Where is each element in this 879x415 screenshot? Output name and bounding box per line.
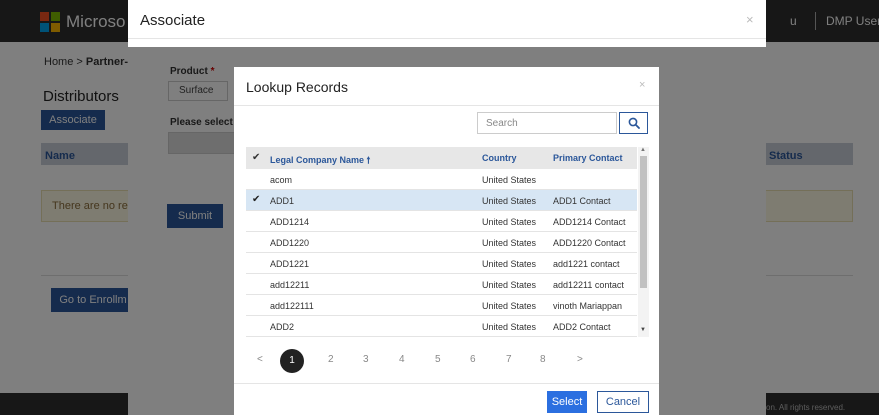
- cell-country: United States: [482, 238, 537, 248]
- lookup-records-modal: Lookup Records × ✔ Legal Company Name 🠕 …: [234, 67, 659, 415]
- modal-title: Associate: [140, 12, 206, 29]
- pager-page-4[interactable]: 4: [399, 354, 405, 365]
- table-row[interactable]: add122111 United States vinoth Mariappan: [246, 295, 637, 316]
- pager-page-1[interactable]: 1: [280, 349, 304, 373]
- cell-country: United States: [482, 196, 537, 206]
- cell-contact: ADD2 Contact: [553, 322, 611, 332]
- cell-country: United States: [482, 217, 537, 227]
- cell-contact: vinoth Mariappan: [553, 301, 623, 311]
- scroll-down-icon[interactable]: ▼: [640, 327, 646, 333]
- column-header-country[interactable]: Country: [482, 153, 517, 163]
- table-row[interactable]: add12211 United States add12211 contact: [246, 274, 637, 295]
- check-icon[interactable]: ✔: [252, 152, 260, 163]
- cell-name: ADD1214: [270, 217, 310, 227]
- cell-contact: add12211 contact: [553, 280, 624, 290]
- pager-page-3[interactable]: 3: [363, 354, 369, 365]
- lookup-divider-bottom: [234, 383, 659, 384]
- sort-asc-icon: 🠕: [366, 155, 371, 165]
- pager-next[interactable]: >: [577, 354, 583, 365]
- table-row[interactable]: acom United States: [246, 169, 637, 190]
- table-row[interactable]: ADD1214 United States ADD1214 Contact: [246, 211, 637, 232]
- cell-name: ADD1220: [270, 238, 310, 248]
- search-input[interactable]: [477, 112, 617, 134]
- pager-prev[interactable]: <: [257, 354, 263, 365]
- cell-name: ADD2: [270, 322, 295, 332]
- cell-contact: ADD1220 Contact: [553, 238, 626, 248]
- table-row[interactable]: ✔ ADD1 United States ADD1 Contact: [246, 190, 637, 211]
- pager-page-6[interactable]: 6: [470, 354, 476, 365]
- pager-page-2[interactable]: 2: [328, 354, 334, 365]
- column-header-primary-contact[interactable]: Primary Contact: [553, 153, 623, 163]
- records-grid: ✔ Legal Company Name 🠕 Country Primary C…: [246, 147, 649, 337]
- column-header-label: Legal Company Name: [270, 155, 365, 165]
- cell-country: United States: [482, 259, 537, 269]
- grid-header: ✔ Legal Company Name 🠕 Country Primary C…: [246, 147, 637, 169]
- lookup-divider-top: [234, 105, 659, 106]
- cell-contact: add1221 contact: [553, 259, 620, 269]
- search-icon: [628, 117, 640, 129]
- close-icon[interactable]: ×: [639, 79, 645, 91]
- cell-country: United States: [482, 175, 537, 185]
- cell-contact: ADD1 Contact: [553, 196, 611, 206]
- pager-page-7[interactable]: 7: [506, 354, 512, 365]
- cell-name: add12211: [270, 280, 310, 290]
- table-row[interactable]: ADD1220 United States ADD1220 Contact: [246, 232, 637, 253]
- grid-scrollbar[interactable]: ▲ ▼: [638, 147, 649, 337]
- check-icon: ✔: [252, 194, 261, 205]
- scrollbar-thumb[interactable]: [640, 156, 647, 288]
- cell-name: ADD1221: [270, 259, 310, 269]
- select-button[interactable]: Select: [547, 391, 587, 413]
- table-row[interactable]: ADD1221 United States add1221 contact: [246, 253, 637, 274]
- lookup-title: Lookup Records: [246, 79, 348, 95]
- cell-name: acom: [270, 175, 293, 185]
- modal-divider: [128, 38, 766, 39]
- cell-country: United States: [482, 280, 537, 290]
- pager-page-8[interactable]: 8: [540, 354, 546, 365]
- column-header-legal-company-name[interactable]: Legal Company Name 🠕: [270, 153, 370, 169]
- cell-name: ADD1: [270, 196, 295, 206]
- pagination: < 1 2 3 4 5 6 7 8 >: [234, 345, 659, 375]
- table-row[interactable]: ADD2 United States ADD2 Contact: [246, 316, 637, 337]
- cell-name: add122111: [270, 301, 314, 311]
- close-icon[interactable]: ×: [746, 12, 754, 27]
- scroll-up-icon[interactable]: ▲: [640, 147, 646, 153]
- pager-page-5[interactable]: 5: [435, 354, 441, 365]
- cancel-button[interactable]: Cancel: [597, 391, 649, 413]
- cell-country: United States: [482, 322, 537, 332]
- cell-country: United States: [482, 301, 537, 311]
- search-button[interactable]: [619, 112, 648, 134]
- cell-contact: ADD1214 Contact: [553, 217, 626, 227]
